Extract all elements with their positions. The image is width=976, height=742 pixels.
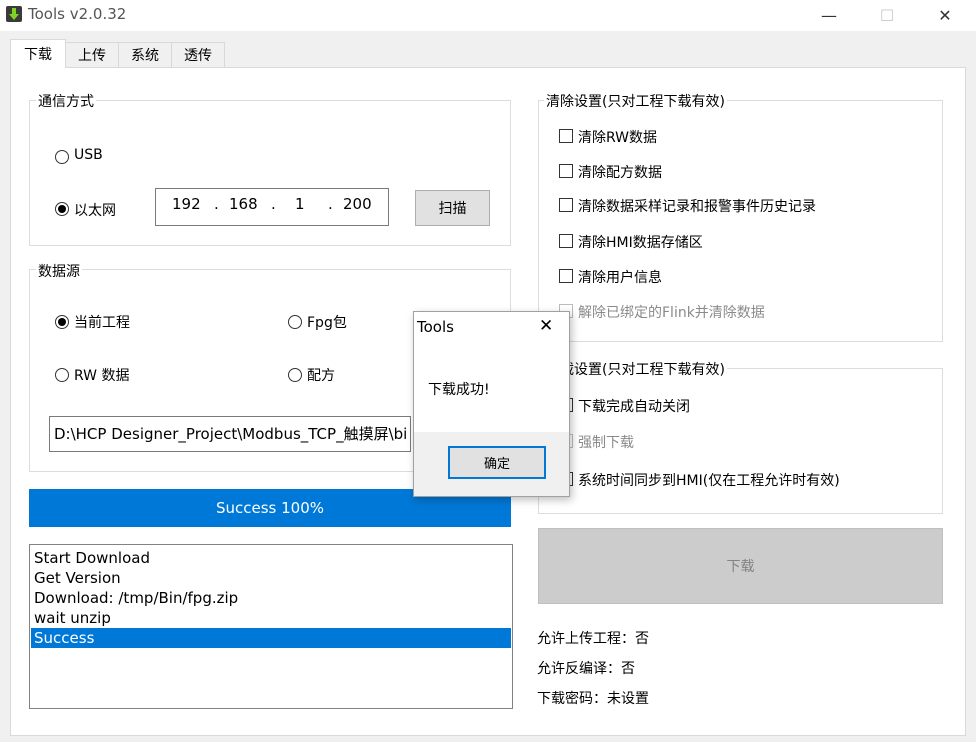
tab-system[interactable]: 系统: [118, 42, 172, 67]
project-path-input[interactable]: D:\HCP Designer_Project\Modbus_TCP_触摸屏\b…: [49, 416, 411, 452]
close-window-button[interactable]: ✕: [922, 0, 968, 31]
ip-octet-2[interactable]: 168: [229, 195, 258, 213]
usb-radio[interactable]: [55, 150, 69, 164]
allow-decompile-info: 允许反编译：否: [537, 661, 635, 677]
tab-download[interactable]: 下载: [10, 39, 66, 68]
progress-text: Success 100%: [215, 499, 325, 517]
tab-passthrough[interactable]: 透传: [171, 42, 225, 67]
clear-rw-label[interactable]: 清除RW数据: [578, 127, 657, 147]
tab-upload[interactable]: 上传: [65, 42, 119, 67]
log-item[interactable]: wait unzip: [31, 608, 511, 628]
clear-history-label[interactable]: 清除数据采样记录和报警事件历史记录: [578, 196, 816, 216]
log-list[interactable]: Start Download Get Version Download: /tm…: [29, 544, 513, 709]
current-project-radio[interactable]: [55, 315, 69, 329]
log-item[interactable]: Get Version: [31, 568, 511, 588]
download-arrow-icon: [6, 6, 22, 22]
recipe-radio[interactable]: [288, 368, 302, 382]
clear-hmi-storage-checkbox[interactable]: [559, 234, 573, 248]
dialog-message: 下载成功!: [428, 382, 490, 398]
ethernet-label[interactable]: 以太网: [74, 200, 116, 220]
ip-address-input[interactable]: 192 . 168 . 1 . 200: [155, 188, 389, 226]
unbind-flink-label: 解除已绑定的Flink并清除数据: [578, 305, 765, 321]
current-project-label[interactable]: 当前工程: [74, 312, 130, 332]
rw-data-label[interactable]: RW 数据: [74, 365, 129, 385]
dialog-body: Tools ✕ 下载成功!: [414, 312, 569, 432]
log-item[interactable]: Download: /tmp/Bin/fpg.zip: [31, 588, 511, 608]
maximize-button[interactable]: ☐: [864, 0, 910, 31]
title-bar: Tools v2.0.32 — ☐ ✕: [0, 0, 976, 31]
fpg-radio[interactable]: [288, 315, 302, 329]
ethernet-radio[interactable]: [55, 202, 69, 216]
comm-group-title: 通信方式: [36, 91, 96, 111]
fpg-label[interactable]: Fpg包: [307, 312, 347, 332]
rw-data-radio[interactable]: [55, 368, 69, 382]
clear-hmi-storage-label[interactable]: 清除HMI数据存储区: [578, 232, 703, 252]
dialog-ok-button[interactable]: 确定: [448, 446, 546, 479]
clear-user-info-checkbox[interactable]: [559, 269, 573, 283]
clear-user-info-label[interactable]: 清除用户信息: [578, 267, 662, 287]
allow-upload-info: 允许上传工程：否: [537, 631, 649, 647]
ip-octet-4[interactable]: 200: [343, 195, 372, 213]
log-item[interactable]: Start Download: [31, 548, 511, 568]
log-item-selected[interactable]: Success: [31, 628, 511, 648]
clear-rw-checkbox[interactable]: [559, 129, 573, 143]
ip-dot: .: [214, 195, 219, 213]
clear-recipe-checkbox[interactable]: [559, 164, 573, 178]
time-sync-label[interactable]: 系统时间同步到HMI(仅在工程允许时有效): [578, 470, 840, 490]
clear-recipe-label[interactable]: 清除配方数据: [578, 162, 662, 182]
auto-close-label[interactable]: 下载完成自动关闭: [578, 396, 690, 416]
ip-dot: .: [271, 195, 276, 213]
dialog-title: Tools: [417, 318, 454, 336]
dialog-close-icon[interactable]: ✕: [539, 316, 553, 336]
force-download-label: 强制下载: [578, 435, 634, 451]
minimize-button[interactable]: —: [806, 0, 852, 31]
ip-octet-3[interactable]: 1: [295, 195, 305, 213]
usb-label[interactable]: USB: [74, 147, 103, 163]
clear-settings-title: 清除设置(只对工程下载有效): [544, 91, 727, 111]
recipe-label[interactable]: 配方: [307, 365, 335, 385]
ip-dot: .: [328, 195, 333, 213]
ip-octet-1[interactable]: 192: [172, 195, 201, 213]
success-dialog: Tools ✕ 下载成功! 确定: [413, 311, 570, 497]
download-password-info: 下载密码：未设置: [537, 691, 649, 707]
window-title: Tools v2.0.32: [28, 5, 127, 23]
clear-history-checkbox[interactable]: [559, 198, 573, 212]
download-settings-title: 下载设置(只对工程下载有效): [544, 359, 727, 379]
scan-button[interactable]: 扫描: [415, 190, 490, 226]
datasource-group-title: 数据源: [36, 261, 82, 281]
download-button[interactable]: 下载: [538, 528, 943, 604]
